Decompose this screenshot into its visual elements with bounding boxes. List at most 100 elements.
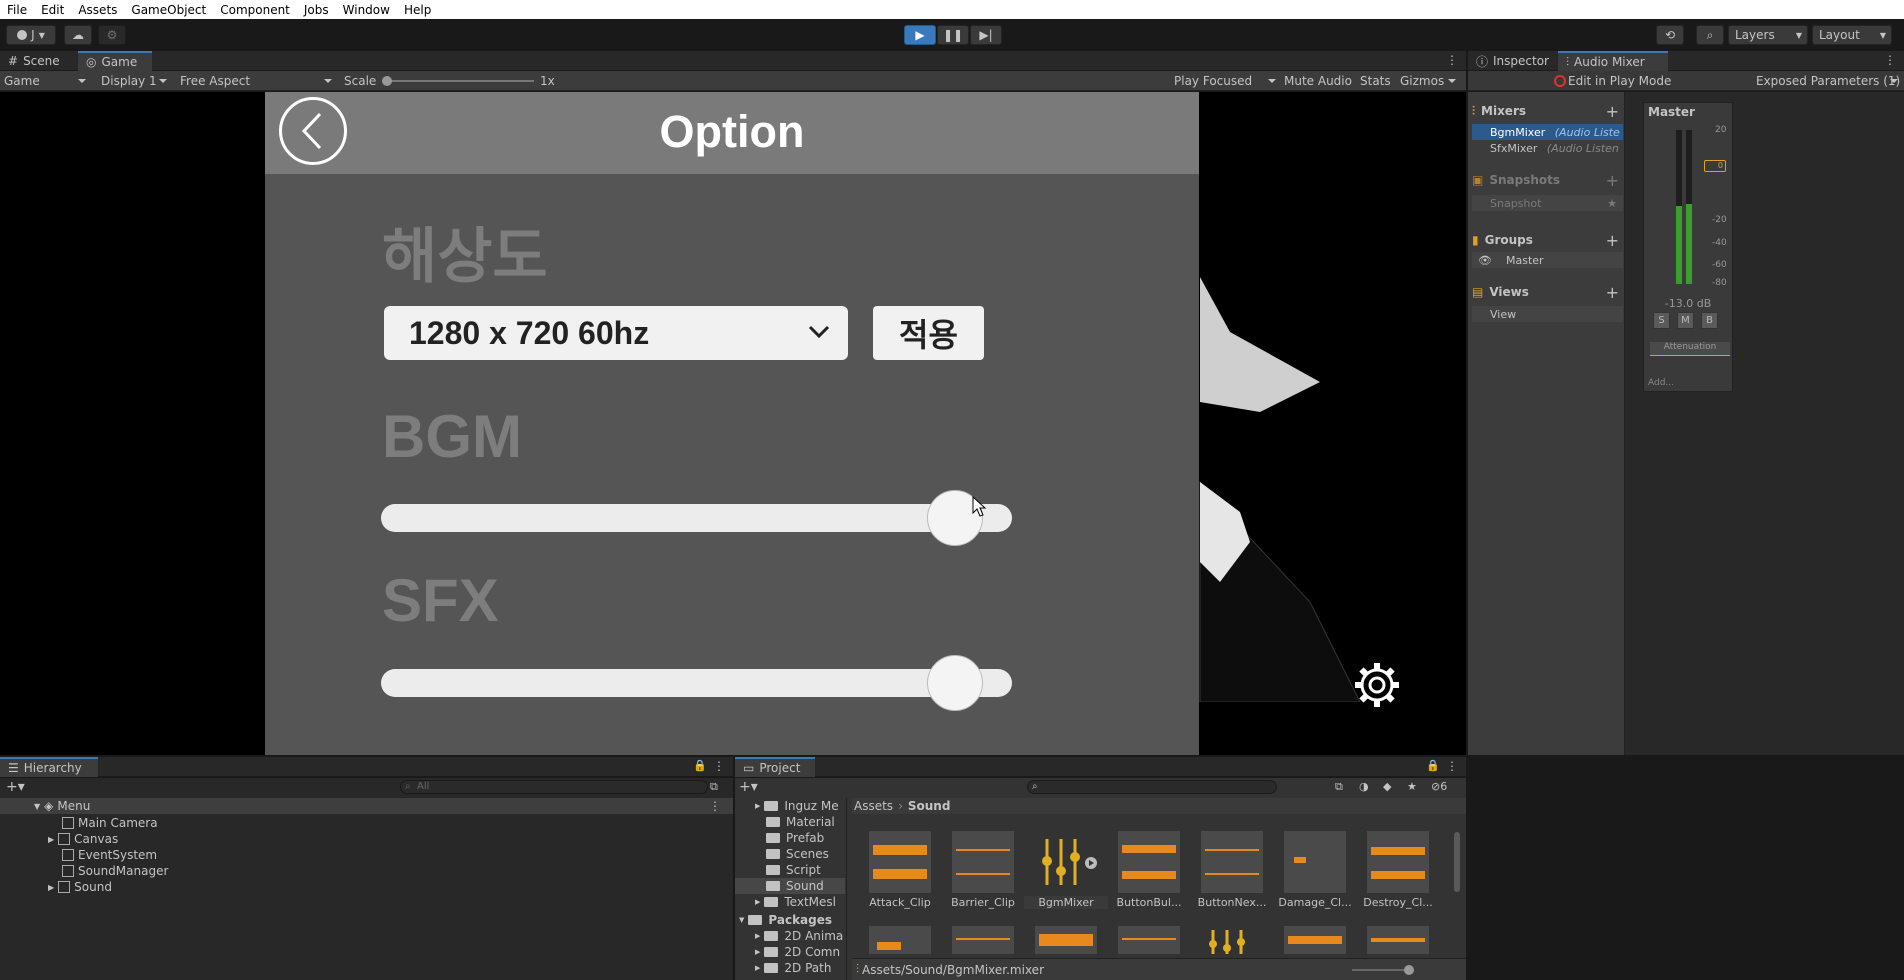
hierarchy-item[interactable]: ▶ Canvas: [0, 831, 733, 847]
create-asset-button[interactable]: +▾: [739, 779, 758, 795]
add-object-button[interactable]: +▾: [6, 779, 25, 795]
tab-audio-mixer[interactable]: ⫶ Audio Mixer: [1558, 51, 1668, 71]
folder-item[interactable]: ▶ Inguz Me: [755, 798, 839, 814]
hierarchy-item[interactable]: SoundManager: [0, 863, 733, 879]
menu-edit[interactable]: Edit: [34, 3, 71, 17]
search-button[interactable]: ⌕: [1696, 25, 1724, 45]
package-item[interactable]: ▶ 2D Comn: [755, 944, 840, 960]
menu-gameobject[interactable]: GameObject: [124, 3, 213, 17]
play-focused-dropdown[interactable]: Play Focused: [1170, 71, 1280, 91]
audio-clip-thumbnail[interactable]: [952, 926, 1014, 954]
bypass-button[interactable]: B: [1701, 312, 1718, 329]
folder-item[interactable]: Material: [766, 814, 835, 830]
collab-button[interactable]: ⚙: [98, 25, 126, 45]
tab-inspector[interactable]: ⓘ Inspector: [1468, 51, 1549, 71]
tab-project[interactable]: ▭ Project: [735, 757, 815, 777]
tab-game[interactable]: ◎ Game: [78, 51, 152, 71]
package-item[interactable]: ▶ 2D Anima: [755, 928, 843, 944]
resolution-dropdown[interactable]: 1280 x 720 60hz: [384, 306, 848, 360]
audio-clip-thumbnail[interactable]: [1284, 926, 1346, 954]
audio-clip-thumbnail[interactable]: [1201, 831, 1263, 893]
edit-in-play-mode-toggle[interactable]: Edit in Play Mode: [1568, 74, 1671, 88]
view-item[interactable]: View: [1472, 306, 1623, 322]
apply-button[interactable]: 적용: [873, 306, 984, 360]
history-button[interactable]: ⟲: [1656, 25, 1684, 45]
mixer-item-sfx[interactable]: SfxMixer (Audio Listen: [1472, 140, 1623, 156]
audio-clip-thumbnail[interactable]: [1367, 926, 1429, 954]
scale-slider-handle[interactable]: [382, 76, 392, 86]
pause-button[interactable]: ❚❚: [937, 25, 969, 45]
audio-mixer-asset-icon[interactable]: [1035, 831, 1097, 893]
layers-dropdown[interactable]: Layers ▼: [1728, 25, 1808, 45]
audio-mixer-asset-icon[interactable]: [1201, 926, 1263, 954]
hierarchy-item[interactable]: ▶ Sound: [0, 879, 733, 895]
layout-dropdown[interactable]: Layout ▼: [1812, 25, 1892, 45]
breadcrumb-sound[interactable]: Sound: [908, 799, 951, 813]
folder-item[interactable]: ▶ TextMesl: [755, 894, 836, 910]
icon-size-slider-handle[interactable]: [1404, 965, 1414, 975]
exposed-parameters-dropdown[interactable]: Exposed Parameters (1): [1752, 71, 1902, 91]
snapshot-item[interactable]: Snapshot ★: [1472, 195, 1623, 211]
package-item[interactable]: ▶ 2D Path: [755, 960, 831, 976]
tab-hierarchy[interactable]: ☰ Hierarchy: [0, 757, 98, 777]
gizmos-dropdown[interactable]: Gizmos: [1396, 71, 1460, 91]
label-icon[interactable]: ◆: [1383, 780, 1391, 793]
menu-jobs[interactable]: Jobs: [297, 3, 336, 17]
add-group-button[interactable]: +: [1606, 231, 1619, 250]
audio-clip-thumbnail[interactable]: [869, 926, 931, 954]
hierarchy-item[interactable]: EventSystem: [0, 847, 733, 863]
folder-item-selected[interactable]: Sound: [735, 878, 845, 894]
sfx-slider[interactable]: [381, 655, 1012, 711]
menu-file[interactable]: File: [0, 3, 34, 17]
solo-button[interactable]: S: [1653, 312, 1670, 329]
volume-fader-handle[interactable]: 0: [1704, 160, 1726, 172]
menu-window[interactable]: Window: [336, 3, 397, 17]
favorite-icon[interactable]: ★: [1407, 780, 1417, 793]
hierarchy-scene-root[interactable]: ▼ ◈ Menu ⋮: [0, 798, 733, 814]
search-by-type-icon[interactable]: ⧉: [1335, 780, 1343, 794]
group-item-master[interactable]: 👁 Master: [1472, 252, 1623, 268]
kebab-menu-icon[interactable]: ⋮: [709, 799, 721, 813]
audio-clip-thumbnail[interactable]: [952, 831, 1014, 893]
attenuation-effect[interactable]: Attenuation: [1650, 342, 1730, 356]
add-effect-button[interactable]: Add...: [1648, 378, 1674, 388]
kebab-menu-icon[interactable]: ⋮: [1446, 759, 1458, 773]
audio-clip-thumbnail[interactable]: [1035, 926, 1097, 954]
game-mode-dropdown[interactable]: Game: [0, 71, 90, 91]
audio-clip-thumbnail[interactable]: [869, 831, 931, 893]
icon-size-slider[interactable]: [1352, 969, 1412, 971]
aspect-dropdown[interactable]: Free Aspect: [176, 71, 336, 91]
lock-icon[interactable]: 🔒: [693, 759, 707, 772]
audio-clip-thumbnail[interactable]: [1367, 831, 1429, 893]
lock-icon[interactable]: 🔒: [1426, 759, 1440, 772]
packages-root[interactable]: ▼ Packages: [739, 912, 832, 928]
game-view[interactable]: Option 해상도 1280 x 720 60hz 적용 BGM SFX: [0, 92, 1466, 755]
search-filter-icon[interactable]: ⧉: [710, 780, 718, 794]
audio-clip-thumbnail[interactable]: [1284, 831, 1346, 893]
folder-item[interactable]: Prefab: [766, 830, 824, 846]
breadcrumb-assets[interactable]: Assets: [854, 799, 893, 813]
mixer-item-bgm[interactable]: BgmMixer (Audio Liste: [1472, 124, 1623, 140]
record-icon[interactable]: [1554, 75, 1566, 87]
hidden-packages-badge[interactable]: ⊘6: [1431, 780, 1447, 793]
display-dropdown[interactable]: Display 1: [97, 71, 171, 91]
step-button[interactable]: ▶|: [970, 25, 1002, 45]
tab-scene[interactable]: # Scene: [0, 51, 78, 71]
filter-type-icon[interactable]: ◑: [1359, 780, 1369, 793]
audio-clip-thumbnail[interactable]: [1118, 831, 1180, 893]
settings-gear-icon[interactable]: [1352, 660, 1402, 710]
hierarchy-item[interactable]: Main Camera: [0, 815, 733, 831]
folder-item[interactable]: Scenes: [766, 846, 829, 862]
project-search-input[interactable]: ⌕: [1027, 780, 1277, 794]
add-view-button[interactable]: +: [1606, 283, 1619, 302]
audio-clip-thumbnail[interactable]: [1118, 926, 1180, 954]
mute-button[interactable]: M: [1677, 312, 1694, 329]
folder-item[interactable]: Script: [766, 862, 821, 878]
menu-component[interactable]: Component: [213, 3, 297, 17]
account-button[interactable]: J ▼: [6, 25, 56, 45]
menu-help[interactable]: Help: [397, 3, 438, 17]
kebab-menu-icon[interactable]: ⋮: [1446, 53, 1458, 67]
stats-toggle[interactable]: Stats: [1360, 74, 1391, 88]
add-mixer-button[interactable]: +: [1606, 102, 1619, 121]
kebab-menu-icon[interactable]: ⋮: [713, 759, 725, 773]
